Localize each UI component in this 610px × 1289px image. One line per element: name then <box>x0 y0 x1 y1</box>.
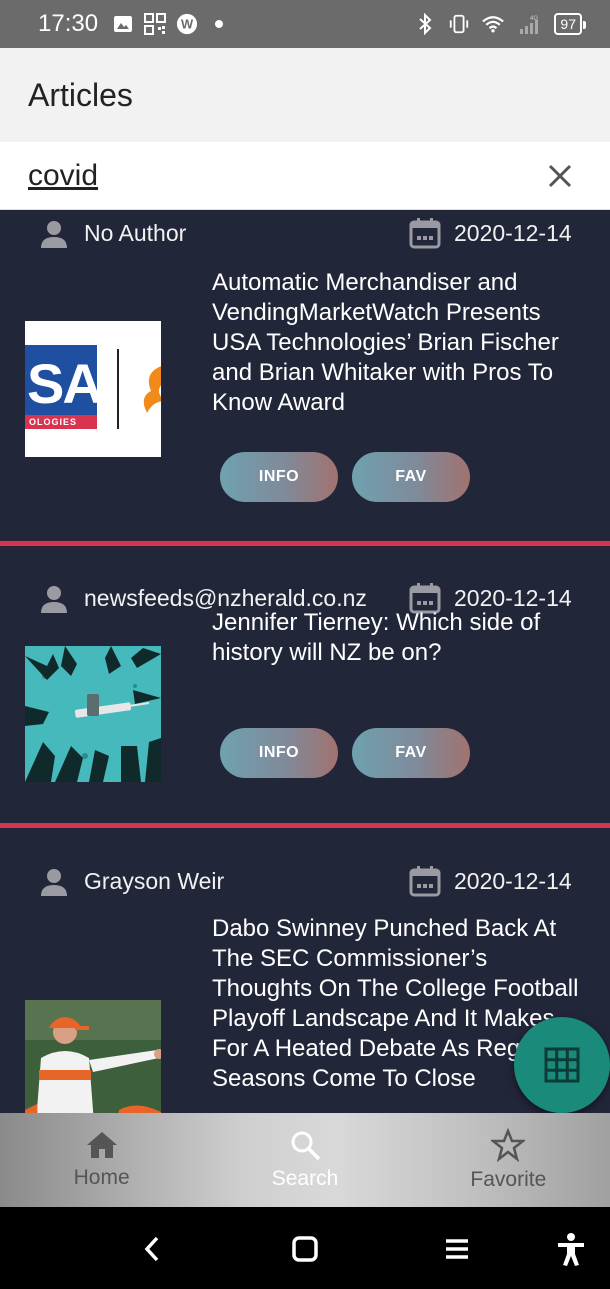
search-input[interactable] <box>28 158 538 193</box>
app-bar: Articles <box>0 48 610 142</box>
battery-indicator: 97 <box>554 13 586 35</box>
menu-lines-icon <box>446 1239 468 1259</box>
bluetooth-icon <box>414 13 436 35</box>
page-title: Articles <box>28 76 133 113</box>
article-meta: No Author 2020-12-14 <box>0 212 610 252</box>
nav-search[interactable]: Search <box>203 1113 406 1207</box>
nav-home-label: Home <box>73 1166 130 1189</box>
accessibility-button[interactable] <box>551 1229 591 1269</box>
w-app-icon: W <box>176 13 198 35</box>
person-icon <box>41 221 67 248</box>
thumbnail-divider <box>117 349 119 429</box>
article-author: No Author <box>84 220 187 246</box>
nav-favorite-label: Favorite <box>470 1168 547 1191</box>
status-bar: 17:30 W 4G 97 <box>0 0 610 48</box>
dot-icon <box>208 13 230 35</box>
article-author: Grayson Weir <box>84 868 225 894</box>
battery-level: 97 <box>560 16 576 32</box>
nav-home[interactable]: Home <box>0 1113 203 1207</box>
status-system-icons: 4G 97 <box>414 13 586 35</box>
article-title[interactable]: Jennifer Tierney: Which side of history … <box>212 608 592 668</box>
status-notification-icons: W <box>112 13 230 35</box>
article-title[interactable]: Automatic Merchandiser and VendingMarket… <box>212 268 592 418</box>
back-button[interactable] <box>132 1229 172 1269</box>
search-bar <box>0 142 610 210</box>
article-thumbnail[interactable] <box>25 646 161 782</box>
thumbnail-logo-mark <box>143 366 161 413</box>
status-time: 17:30 <box>38 10 99 37</box>
recents-button[interactable] <box>437 1229 477 1269</box>
calendar-icon <box>409 218 441 249</box>
nav-favorite[interactable]: Favorite <box>407 1113 610 1207</box>
article-date: 2020-12-14 <box>454 220 572 246</box>
calendar-icon <box>409 866 441 897</box>
star-icon <box>491 1128 526 1162</box>
svg-text:W: W <box>181 17 194 32</box>
home-icon <box>86 1132 117 1158</box>
thumbnail-vaccine-illustration <box>25 646 161 782</box>
back-icon <box>144 1236 159 1262</box>
info-button[interactable]: INFO <box>220 728 338 778</box>
accessibility-icon <box>558 1233 584 1266</box>
thumbnail-coach-photo <box>25 1000 161 1113</box>
info-button[interactable]: INFO <box>220 452 338 502</box>
grid-icon <box>544 1047 580 1083</box>
person-icon <box>41 586 67 613</box>
nav-search-label: Search <box>271 1167 339 1190</box>
article-list[interactable]: No Author 2020-12-14 SA OLOGIES Automati… <box>0 210 610 1113</box>
article-card: newsfeeds@nzherald.co.nz 2020-12-14 Jenn… <box>0 546 610 823</box>
article-date: 2020-12-14 <box>454 868 572 894</box>
close-icon <box>548 164 572 187</box>
wifi-icon <box>482 13 505 35</box>
image-icon <box>112 13 134 35</box>
clear-search-button[interactable] <box>538 154 582 198</box>
thumbnail-logo-text: SA <box>27 352 103 415</box>
article-card: No Author 2020-12-14 SA OLOGIES Automati… <box>0 210 610 541</box>
cell-signal-icon: 4G <box>516 13 542 35</box>
grid-view-fab[interactable] <box>514 1017 610 1113</box>
system-navigation-bar <box>0 1207 610 1289</box>
square-icon <box>292 1236 318 1262</box>
person-icon <box>41 869 67 896</box>
search-icon <box>291 1131 321 1161</box>
qr-code-icon <box>144 13 167 35</box>
vibrate-icon <box>448 13 470 35</box>
article-thumbnail[interactable]: SA OLOGIES <box>25 321 161 457</box>
article-meta: Grayson Weir 2020-12-14 <box>0 860 610 900</box>
thumbnail-logo-subtext: OLOGIES <box>29 417 78 427</box>
bottom-navigation: Home Search Favorite <box>0 1113 610 1207</box>
article-thumbnail[interactable] <box>25 1000 161 1113</box>
fav-button[interactable]: FAV <box>352 452 470 502</box>
fav-button[interactable]: FAV <box>352 728 470 778</box>
home-system-button[interactable] <box>285 1229 325 1269</box>
